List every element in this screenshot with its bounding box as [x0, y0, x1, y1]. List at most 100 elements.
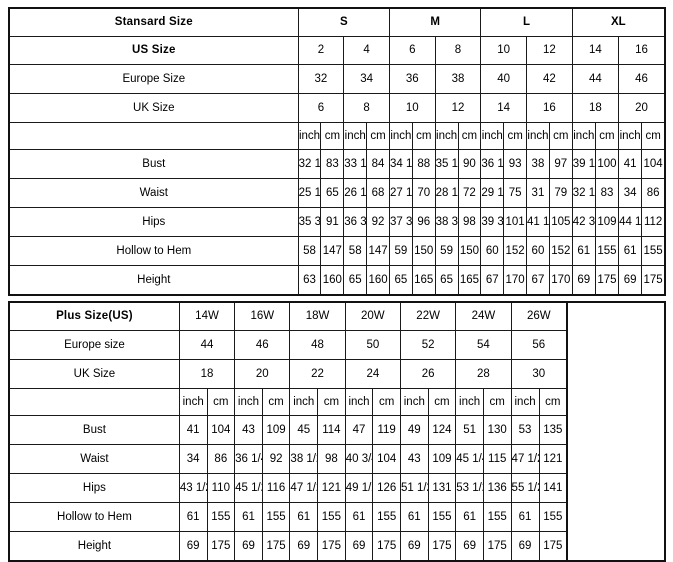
measurement-value: 65 [343, 265, 368, 296]
measurement-value: 49 1/2 [344, 473, 374, 503]
group-header-xl: XL [571, 7, 666, 37]
measurement-value: 34 [618, 178, 643, 208]
unit-cell: cm [503, 122, 528, 150]
measurement-value: 175 [482, 531, 512, 562]
measurement-value: 155 [427, 502, 457, 532]
measurement-value: 38 3/4 [434, 207, 459, 237]
measurement-value: 170 [548, 265, 573, 296]
unit-cell: inch [343, 122, 368, 150]
measurement-value: 40 3/4 [344, 444, 374, 474]
measurement-value: 67 [526, 265, 550, 296]
measurement-value: 83 [594, 178, 620, 208]
unit-cell: inch [297, 122, 322, 150]
plus-europe-size-value: 50 [344, 330, 401, 360]
measurement-value: 67 [480, 265, 505, 296]
plus-uk-size-value: 30 [510, 359, 568, 389]
measurement-value: 29 1/2 [480, 178, 505, 208]
unit-cell: cm [594, 122, 620, 150]
measurement-value: 25 1/2 [297, 178, 322, 208]
table-row: Bust 41 104 43 109 45 114 47 119 49 124 … [8, 415, 665, 445]
table-row: Height 63 160 65 160 65 165 65 165 67 17… [8, 265, 666, 296]
measurement-value: 36 3/4 [343, 207, 368, 237]
measurement-value: 26 1/2 [343, 178, 368, 208]
measurement-label: Hollow to Hem [8, 236, 299, 266]
group-header-s: S [297, 7, 390, 37]
europe-size-value: 32 [297, 64, 345, 94]
measurement-value: 91 [320, 207, 345, 237]
standard-size-table: Stansard Size S M L XL US Size 2 4 6 8 1… [8, 7, 666, 296]
measurement-value: 105 [548, 207, 573, 237]
measurement-value: 27 1/2 [388, 178, 413, 208]
measurement-value: 60 [526, 236, 550, 266]
unit-cell: inch [234, 388, 263, 416]
measurement-value: 136 [482, 473, 512, 503]
measurement-value: 28 1/2 [434, 178, 459, 208]
unit-cell: inch [510, 388, 540, 416]
uk-size-label: UK Size [8, 93, 299, 123]
measurement-value: 147 [320, 236, 345, 266]
europe-size-value: 38 [434, 64, 482, 94]
measurement-value: 155 [206, 502, 236, 532]
plus-size-table-body: Plus Size(US) 14W 16W 18W 20W 22W 24W 26… [8, 301, 666, 562]
measurement-value: 61 [455, 502, 484, 532]
measurement-value: 70 [411, 178, 436, 208]
us-size-value: 4 [343, 36, 390, 65]
plus-uk-size-value: 26 [399, 359, 457, 389]
measurement-value: 60 [480, 236, 505, 266]
plus-size-value: 18W [289, 301, 346, 331]
plus-uk-size-value: 24 [344, 359, 401, 389]
measurement-value: 55 1/2 [510, 473, 540, 503]
uk-size-value: 10 [388, 93, 436, 123]
group-header-l: L [480, 7, 573, 37]
plus-uk-size-value: 22 [289, 359, 346, 389]
unit-cell: cm [317, 388, 346, 416]
measurement-value: 36 1/4 [234, 444, 263, 474]
plus-uk-size-value: 18 [178, 359, 236, 389]
unit-cell: cm [538, 388, 568, 416]
measurement-value: 59 [388, 236, 413, 266]
measurement-value: 32 1/2 [297, 149, 322, 179]
table-row: Hollow to Hem 58 147 58 147 59 150 59 15… [8, 236, 666, 266]
unit-cell: cm [411, 122, 436, 150]
measurement-value: 86 [206, 444, 236, 474]
measurement-value: 72 [457, 178, 482, 208]
measurement-value: 119 [372, 415, 401, 445]
measurement-value: 114 [317, 415, 346, 445]
measurement-value: 115 [482, 444, 512, 474]
uk-size-value: 20 [618, 93, 666, 123]
measurement-value: 43 [399, 444, 429, 474]
measurement-value: 101 [503, 207, 528, 237]
measurement-value: 59 [434, 236, 459, 266]
measurement-value: 51 1/2 [399, 473, 429, 503]
measurement-value: 49 [399, 415, 429, 445]
standard-unit-row-blank-label [8, 122, 299, 150]
measurement-value: 69 [571, 265, 596, 296]
measurement-value: 160 [320, 265, 345, 296]
measurement-value: 61 [344, 502, 374, 532]
measurement-value: 69 [289, 531, 319, 562]
measurement-value: 45 [289, 415, 319, 445]
measurement-value: 63 [297, 265, 322, 296]
measurement-label: Waist [8, 178, 299, 208]
measurement-value: 104 [641, 149, 666, 179]
unit-cell: cm [548, 122, 573, 150]
measurement-value: 155 [372, 502, 401, 532]
measurement-value: 155 [538, 502, 568, 532]
measurement-value: 86 [641, 178, 666, 208]
uk-size-row: UK Size 6 8 10 12 14 16 18 20 [8, 93, 666, 123]
uk-size-value: 18 [571, 93, 620, 123]
measurement-value: 124 [427, 415, 457, 445]
measurement-value: 93 [503, 149, 528, 179]
plus-size-header-row: Plus Size(US) 14W 16W 18W 20W 22W 24W 26… [8, 301, 666, 562]
measurement-value: 43 1/2 [178, 473, 208, 503]
plus-europe-size-value: 56 [510, 330, 568, 360]
measurement-label: Hips [8, 473, 180, 503]
measurement-value: 69 [455, 531, 484, 562]
plus-europe-size-value: 54 [455, 330, 512, 360]
measurement-value: 69 [510, 531, 540, 562]
measurement-value: 58 [343, 236, 368, 266]
us-size-value: 16 [618, 36, 666, 65]
measurement-value: 84 [366, 149, 390, 179]
measurement-label: Height [8, 531, 180, 562]
table-row: Bust 32 1/2 83 33 1/2 84 34 1/2 88 35 1/… [8, 149, 666, 179]
